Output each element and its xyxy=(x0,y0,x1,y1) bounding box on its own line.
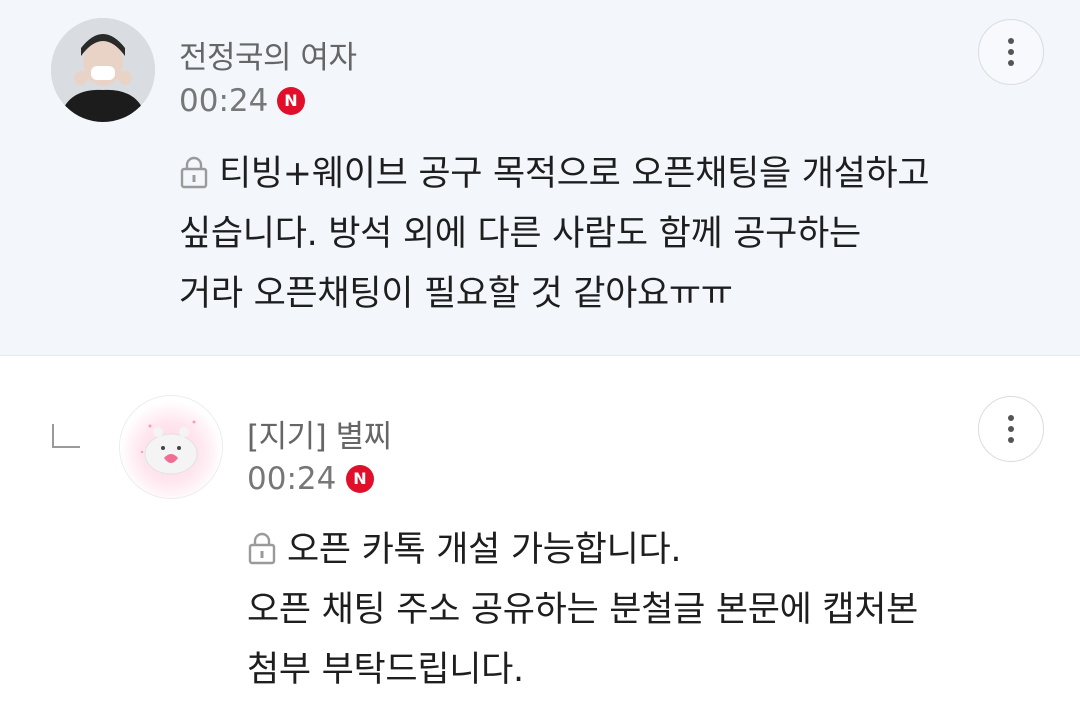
comment-line: 거라 오픈채팅이 필요할 것 같아요ㅠㅠ xyxy=(179,274,733,314)
more-options-button[interactable] xyxy=(978,19,1044,85)
more-options-icon xyxy=(1008,38,1014,66)
comment-line: 오픈 카톡 개설 가능합니다. xyxy=(247,520,918,580)
reply-time: 00:24 xyxy=(247,461,337,497)
new-badge-icon: N xyxy=(346,465,374,493)
lock-icon xyxy=(248,532,276,565)
reply-nickname[interactable]: [지기] 별찌 xyxy=(247,411,392,456)
comment-time: 00:24 xyxy=(179,83,269,119)
comment-nickname[interactable]: 전정국의 여자 xyxy=(179,32,357,77)
reply-arrow-icon xyxy=(52,424,80,448)
lock-icon xyxy=(180,156,208,189)
reply-text: 오픈 카톡 개설 가능합니다. 오픈 채팅 주소 공유하는 분철글 본문에 캡처… xyxy=(247,520,918,700)
avatar[interactable] xyxy=(51,18,155,122)
more-options-button[interactable] xyxy=(978,396,1044,462)
avatar-character-icon xyxy=(120,396,222,498)
comment-line: 티빙+웨이브 공구 목적으로 오픈채팅을 개설하고 xyxy=(179,144,930,204)
comment-line: 싶습니다. 방석 외에 다른 사람도 함께 공구하는 xyxy=(179,214,861,254)
comment-line-text: 티빙+웨이브 공구 목적으로 오픈채팅을 개설하고 xyxy=(219,154,930,194)
comment-line-text: 오픈 카톡 개설 가능합니다. xyxy=(287,530,682,570)
avatar-photo-icon xyxy=(51,18,155,122)
more-options-icon xyxy=(1008,415,1014,443)
comment-line: 첨부 부탁드립니다. xyxy=(247,650,524,690)
avatar[interactable] xyxy=(119,395,223,499)
comment-text: 티빙+웨이브 공구 목적으로 오픈채팅을 개설하고 싶습니다. 방석 외에 다른… xyxy=(179,144,930,324)
new-badge-icon: N xyxy=(277,87,305,115)
comment-item: 전정국의 여자 00:24 N 티빙+웨이브 공구 목적으로 오픈채팅을 개설하… xyxy=(0,0,1080,356)
comment-line: 오픈 채팅 주소 공유하는 분철글 본문에 캡처본 xyxy=(247,590,919,630)
